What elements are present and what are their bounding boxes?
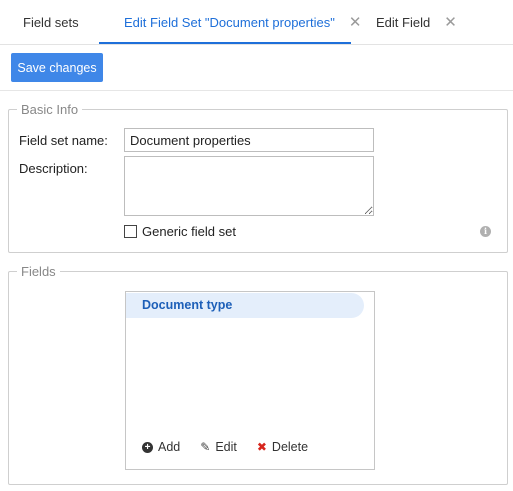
add-label: Add [158,440,181,454]
edit-icon: ✎ [200,440,211,454]
divider [0,90,513,91]
edit-label: Edit [215,440,237,454]
tab-field-sets[interactable]: Field sets [23,0,79,45]
basic-info-legend: Basic Info [17,102,83,117]
close-icon[interactable]: ✕ [349,15,362,30]
list-item[interactable]: Document type [126,293,364,318]
fields-list: Document type + Add ✎ Edit ✖ Delete [125,291,375,470]
basic-info-fieldset: Basic Info Field set name: Description: … [8,102,508,253]
info-icon[interactable]: i [480,226,491,237]
tab-label: Edit Field Set "Document properties" [124,15,335,30]
tab-edit-field-set[interactable]: Edit Field Set "Document properties" ✕ [124,0,361,45]
description-label: Description: [19,161,88,176]
generic-field-set-checkbox[interactable] [124,225,137,238]
field-set-name-label: Field set name: [19,133,108,148]
fields-legend: Fields [17,264,60,279]
save-button[interactable]: Save changes [11,53,103,82]
tab-bar: Field sets Edit Field Set "Document prop… [0,0,513,45]
fields-fieldset: Fields Document type + Add ✎ Edit ✖ Dele… [8,264,508,485]
delete-button[interactable]: ✖ Delete [257,440,308,454]
edit-button[interactable]: ✎ Edit [200,440,237,454]
tab-label: Field sets [23,15,79,30]
close-icon[interactable]: ✕ [444,15,457,30]
delete-label: Delete [271,440,309,454]
tab-edit-field[interactable]: Edit Field ✕ [376,0,457,45]
generic-field-set-label: Generic field set [142,224,236,239]
delete-icon: ✖ [256,440,267,454]
plus-circle-icon: + [142,441,153,453]
active-tab-indicator [99,42,351,44]
description-textarea[interactable] [124,156,374,216]
tab-label: Edit Field [376,15,431,30]
field-set-name-input[interactable] [124,128,374,152]
add-button[interactable]: + Add [142,440,180,454]
list-actions: + Add ✎ Edit ✖ Delete [142,439,328,455]
